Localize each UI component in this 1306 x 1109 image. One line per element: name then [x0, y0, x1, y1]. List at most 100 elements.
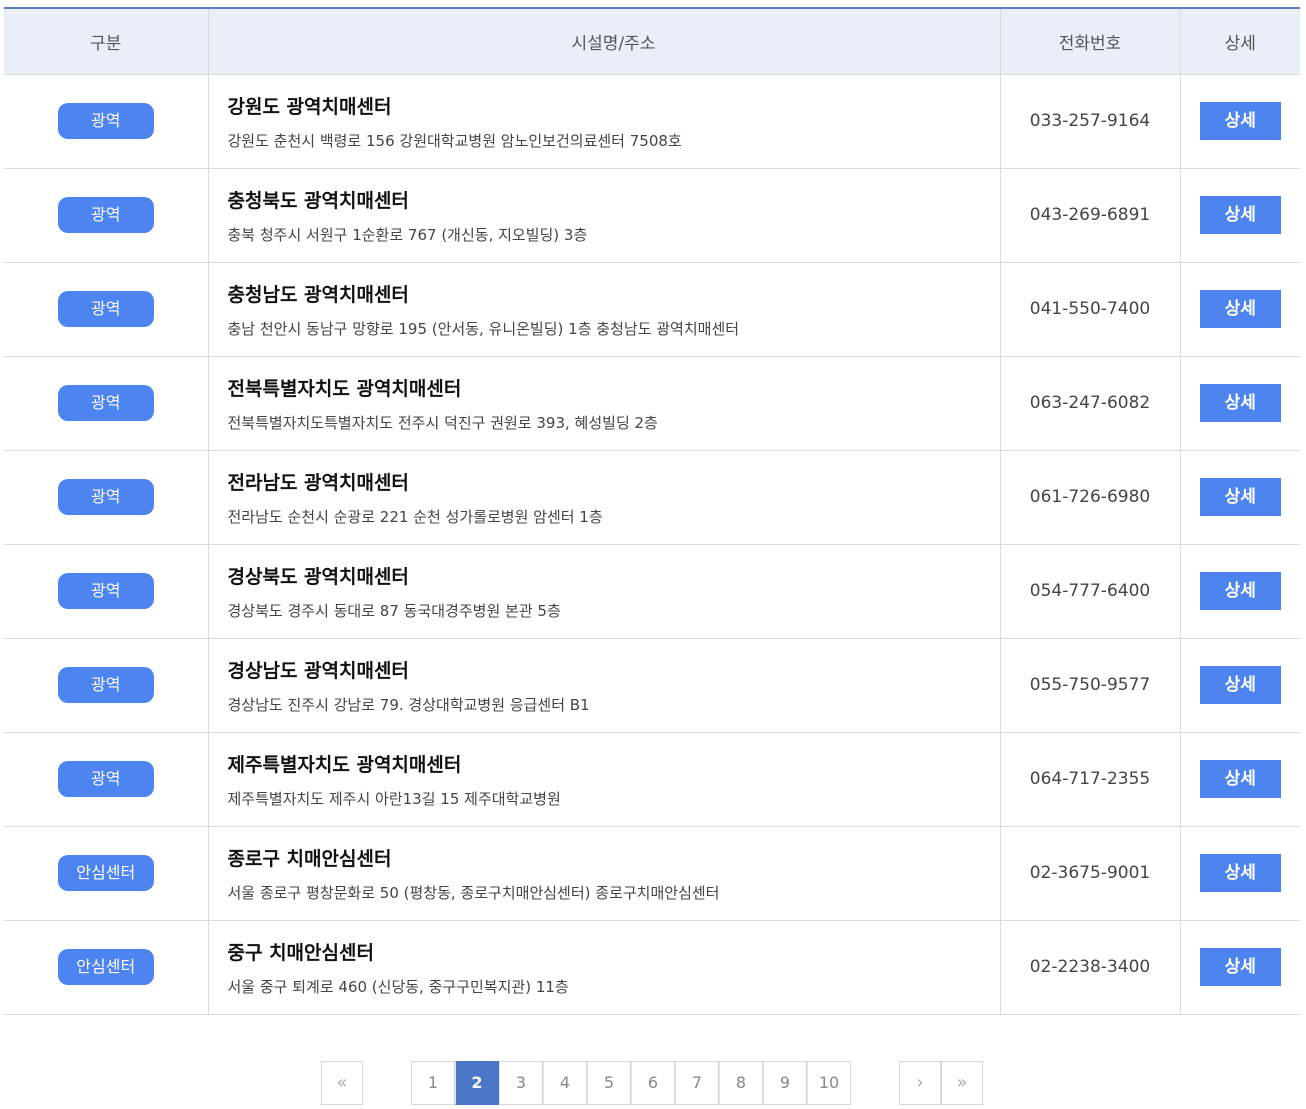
phone-cell: 055-750-9577 — [999, 638, 1180, 732]
category-badge: 광역 — [57, 291, 154, 327]
facility-address: 강원도 춘천시 백령로 156 강원대학교병원 암노인보건의료센터 7508호 — [227, 131, 682, 150]
header-name-address: 시설명/주소 — [207, 8, 1000, 75]
table-row: 안심센터 종로구 치매안심센터서울 종로구 평창문화로 50 (평창동, 종로구치… — [4, 826, 1300, 920]
category-cell: 광역 — [4, 168, 208, 262]
category-badge: 광역 — [57, 197, 154, 233]
table-row: 광역 전라남도 광역치매센터 전라남도 순천시 순광로 221 순천 성가롤로병원 … — [4, 450, 1300, 544]
facility-cell: 경상남도 광역치매센터 경상남도 진주시 강남로 79. 경상대학교병원 응급센터… — [207, 638, 1000, 732]
facility-address: 경상북도 경주시 동대로 87 동국대경주병원 본관 5층 — [227, 601, 561, 620]
page-button-4[interactable]: 4 — [543, 1061, 587, 1105]
detail-button[interactable]: 상세 — [1199, 666, 1281, 704]
category-badge: 광역 — [57, 479, 154, 515]
detail-cell: 상세 — [1179, 74, 1300, 168]
table-row: 광역 충청북도 광역치매센터 충북 청주시 서원구 1순환로 767 (개신동, 지… — [4, 168, 1300, 262]
facility-name: 종로구 치매안심센터 — [227, 847, 392, 870]
last-page-button[interactable]: » — [941, 1061, 983, 1105]
first-page-button[interactable]: « — [321, 1061, 363, 1105]
category-cell: 광역 — [4, 544, 208, 638]
facility-address: 경상남도 진주시 강남로 79. 경상대학교병원 응급센터 B1 — [227, 695, 590, 714]
category-cell: 광역 — [4, 638, 208, 732]
table-row: 광역 강원도 광역치매센터강원도 춘천시 백령로 156 강원대학교병원 암노인보… — [4, 74, 1300, 168]
detail-button[interactable]: 상세 — [1199, 572, 1281, 610]
header-phone: 전화번호 — [999, 8, 1180, 75]
category-badge: 광역 — [57, 667, 154, 703]
detail-button[interactable]: 상세 — [1199, 290, 1281, 328]
next-page-button[interactable]: › — [899, 1061, 941, 1105]
category-badge: 광역 — [57, 761, 154, 797]
header-detail: 상세 — [1179, 8, 1300, 75]
phone-cell: 02-3675-9001 — [999, 826, 1180, 920]
facility-cell: 경상북도 광역치매센터경상북도 경주시 동대로 87 동국대경주병원 본관 5층 — [207, 544, 1000, 638]
table-row: 광역 충청남도 광역치매센터 충남 천안시 동남구 망향로 195 (안서동, 유니… — [4, 262, 1300, 356]
page-button-8[interactable]: 8 — [719, 1061, 763, 1105]
page-button-9[interactable]: 9 — [763, 1061, 807, 1105]
detail-button[interactable]: 상세 — [1199, 196, 1281, 234]
phone-cell: 054-777-6400 — [999, 544, 1180, 638]
phone-number: 064-717-2355 — [1029, 769, 1151, 789]
phone-number: 055-750-9577 — [1029, 675, 1151, 695]
phone-cell: 063-247-6082 — [999, 356, 1180, 450]
phone-number: 043-269-6891 — [1029, 205, 1151, 225]
facility-table-container: 구분 시설명/주소 전화번호 상세 광역 강원도 광역치매센터강원도 춘천시 백령… — [4, 7, 1300, 1015]
table-row: 광역 경상남도 광역치매센터 경상남도 진주시 강남로 79. 경상대학교병원 응급… — [4, 638, 1300, 732]
facility-name: 강원도 광역치매센터 — [227, 95, 392, 118]
page-button-5[interactable]: 5 — [587, 1061, 631, 1105]
table-row: 안심센터 중구 치매안심센터 서울 중구 퇴계로 460 (신당동, 중구구민복지관… — [4, 920, 1300, 1014]
phone-cell: 061-726-6980 — [999, 450, 1180, 544]
header-category: 구분 — [4, 8, 208, 75]
page-button-2[interactable]: 2 — [455, 1061, 499, 1105]
phone-number: 061-726-6980 — [1029, 487, 1151, 507]
pagination: « 1 2 3 4 5 6 7 8 9 10 ›» — [0, 1061, 1306, 1105]
category-cell: 광역 — [4, 74, 208, 168]
category-cell: 광역 — [4, 262, 208, 356]
detail-button[interactable]: 상세 — [1199, 478, 1281, 516]
page-button-7[interactable]: 7 — [675, 1061, 719, 1105]
facility-name: 전라남도 광역치매센터 — [227, 471, 409, 494]
facility-cell: 전라남도 광역치매센터 전라남도 순천시 순광로 221 순천 성가롤로병원 암센… — [207, 450, 1000, 544]
page-button-1[interactable]: 1 — [411, 1061, 455, 1105]
detail-button[interactable]: 상세 — [1199, 102, 1281, 140]
table-row: 광역 경상북도 광역치매센터경상북도 경주시 동대로 87 동국대경주병원 본관 … — [4, 544, 1300, 638]
phone-number: 063-247-6082 — [1029, 393, 1151, 413]
category-badge: 광역 — [57, 573, 154, 609]
page-button-10[interactable]: 10 — [807, 1061, 851, 1105]
detail-cell: 상세 — [1179, 450, 1300, 544]
category-cell: 광역 — [4, 450, 208, 544]
facility-address: 서울 중구 퇴계로 460 (신당동, 중구구민복지관) 11층 — [227, 977, 569, 996]
category-cell: 광역 — [4, 356, 208, 450]
detail-button[interactable]: 상세 — [1199, 384, 1281, 422]
detail-button[interactable]: 상세 — [1199, 854, 1281, 892]
facility-name: 전북특별자치도 광역치매센터 — [227, 377, 462, 400]
phone-cell: 033-257-9164 — [999, 74, 1180, 168]
table-row: 광역 전북특별자치도 광역치매센터전북특별자치도특별자치도 전주시 덕진구 권원로… — [4, 356, 1300, 450]
facility-cell: 강원도 광역치매센터강원도 춘천시 백령로 156 강원대학교병원 암노인보건의… — [207, 74, 1000, 168]
category-badge: 광역 — [57, 103, 154, 139]
facility-name: 중구 치매안심센터 — [227, 941, 374, 964]
facility-cell: 종로구 치매안심센터서울 종로구 평창문화로 50 (평창동, 종로구치매안심센… — [207, 826, 1000, 920]
facility-name: 경상북도 광역치매센터 — [227, 565, 409, 588]
detail-cell: 상세 — [1179, 826, 1300, 920]
category-cell: 안심센터 — [4, 920, 208, 1014]
detail-cell: 상세 — [1179, 168, 1300, 262]
page-button-6[interactable]: 6 — [631, 1061, 675, 1105]
phone-cell: 043-269-6891 — [999, 168, 1180, 262]
phone-number: 033-257-9164 — [1029, 111, 1151, 131]
facility-address: 충북 청주시 서원구 1순환로 767 (개신동, 지오빌딩) 3층 — [227, 225, 588, 244]
table-body: 광역 강원도 광역치매센터강원도 춘천시 백령로 156 강원대학교병원 암노인보… — [4, 74, 1300, 1014]
facility-name: 충청남도 광역치매센터 — [227, 283, 409, 306]
category-badge: 광역 — [57, 385, 154, 421]
page-button-3[interactable]: 3 — [499, 1061, 543, 1105]
phone-number: 054-777-6400 — [1029, 581, 1151, 601]
facility-table: 구분 시설명/주소 전화번호 상세 광역 강원도 광역치매센터강원도 춘천시 백령… — [4, 7, 1300, 1015]
phone-cell: 064-717-2355 — [999, 732, 1180, 826]
facility-address: 전북특별자치도특별자치도 전주시 덕진구 권원로 393, 혜성빌딩 2층 — [227, 413, 658, 432]
detail-cell: 상세 — [1179, 262, 1300, 356]
facility-address: 서울 종로구 평창문화로 50 (평창동, 종로구치매안심센터) 종로구치매안심… — [227, 883, 720, 902]
facility-name: 제주특별자치도 광역치매센터 — [227, 753, 462, 776]
category-badge: 안심센터 — [57, 855, 154, 891]
table-row: 광역 제주특별자치도 광역치매센터 제주특별자치도 제주시 아란13길 15 제주대… — [4, 732, 1300, 826]
phone-cell: 02-2238-3400 — [999, 920, 1180, 1014]
facility-cell: 중구 치매안심센터서울 중구 퇴계로 460 (신당동, 중구구민복지관) 11… — [207, 920, 1000, 1014]
detail-button[interactable]: 상세 — [1199, 760, 1281, 798]
detail-button[interactable]: 상세 — [1199, 948, 1281, 986]
